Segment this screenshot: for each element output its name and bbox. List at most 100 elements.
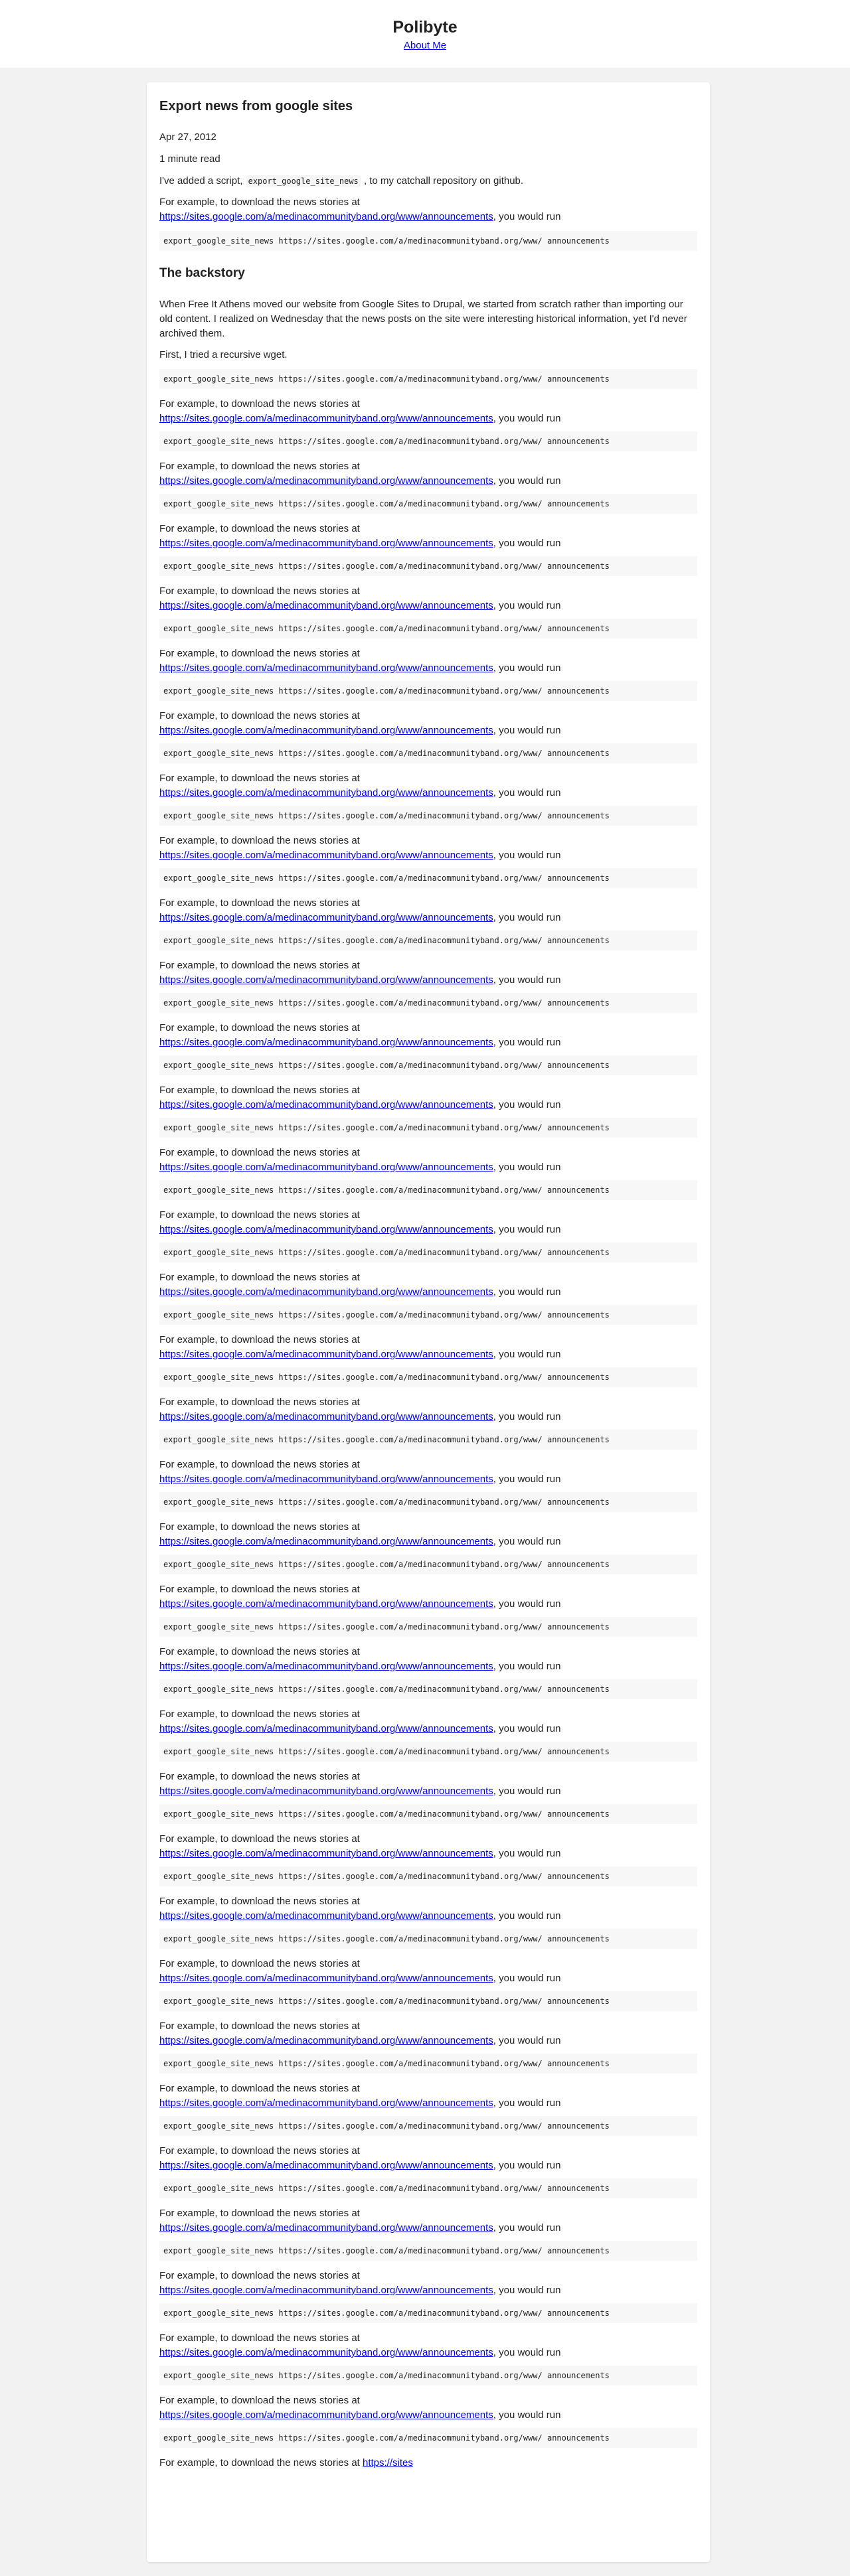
example-prefix: For example, to download the news storie… [159, 773, 360, 784]
example-paragraph: For example, to download the news storie… [159, 1021, 697, 1050]
example-suffix: , you would run [493, 1536, 561, 1547]
example-paragraph: For example, to download the news storie… [159, 397, 697, 426]
example-link[interactable]: https://sites.google.com/a/medinacommuni… [159, 2035, 493, 2046]
example-link[interactable]: https://sites.google.com/a/medinacommuni… [159, 2285, 493, 2296]
example-prefix: For example, to download the news storie… [159, 2270, 360, 2281]
command-code-block: export_google_site_news https://sites.go… [159, 1617, 697, 1637]
command-code-block: export_google_site_news https://sites.go… [159, 1742, 697, 1762]
example-link[interactable]: https://sites.google.com/a/medinacommuni… [159, 1037, 493, 1048]
example-link[interactable]: https://sites.google.com/a/medinacommuni… [159, 662, 493, 674]
about-me-link[interactable]: About Me [404, 40, 446, 51]
post-read-time: 1 minute read [159, 153, 220, 165]
example-link[interactable]: https://sites.google.com/a/medinacommuni… [159, 1785, 493, 1797]
example-prefix: For example, to download the news storie… [159, 1147, 360, 1158]
example-prefix: For example, to download the news storie… [159, 648, 360, 659]
example-link[interactable]: https://sites.google.com/a/medinacommuni… [159, 1973, 493, 1984]
example-prefix: For example, to download the news storie… [159, 1833, 360, 1845]
example-link[interactable]: https://sites.google.com/a/medinacommuni… [159, 538, 493, 549]
example-link[interactable]: https://sites.google.com/a/medinacommuni… [159, 600, 493, 611]
example-paragraph: For example, to download the news storie… [159, 1707, 697, 1736]
example-suffix: , you would run [493, 1162, 561, 1173]
example-suffix: , you would run [493, 912, 561, 923]
example-link[interactable]: https://sites.google.com/a/medinacommuni… [159, 1910, 493, 1922]
example-link[interactable]: https://sites.google.com/a/medinacommuni… [159, 211, 493, 222]
example-suffix: , you would run [493, 1973, 561, 1984]
example-suffix: , you would run [493, 1224, 561, 1235]
example-paragraph: For example, to download the news storie… [159, 1395, 697, 1424]
example-prefix: For example, to download the news storie… [159, 1085, 360, 1096]
example-paragraph: For example, to download the news storie… [159, 1146, 697, 1175]
command-code-block: export_google_site_news https://sites.go… [159, 1929, 697, 1949]
example-link[interactable]: https://sites.google.com/a/medinacommuni… [159, 1661, 493, 1672]
example-link[interactable]: https://sites.google.com/a/medinacommuni… [159, 1723, 493, 1734]
example-prefix: For example, to download the news storie… [159, 2083, 360, 2094]
intro-text-after: , to my catchall repository on github. [363, 175, 524, 187]
example-paragraph: For example, to download the news storie… [159, 896, 697, 925]
example-paragraph: For example, to download the news storie… [159, 2393, 697, 2423]
example-link[interactable]: https://sites.google.com/a/medinacommuni… [159, 1474, 493, 1485]
example-paragraph: For example, to download the news storie… [159, 459, 697, 489]
example-link[interactable]: https://sites.google.com/a/medinacommuni… [159, 1536, 493, 1547]
example-prefix: For example, to download the news storie… [159, 1397, 360, 1408]
example-link[interactable]: https://sites.google.com/a/medinacommuni… [159, 2347, 493, 2358]
example-link[interactable]: https://sites.google.com/a/medinacommuni… [159, 2097, 493, 2109]
example-link[interactable]: https://sites.google.com/a/medinacommuni… [159, 1224, 493, 1235]
example-paragraph: For example, to download the news storie… [159, 1083, 697, 1112]
example-suffix: , you would run [493, 725, 561, 736]
example-suffix: , you would run [493, 787, 561, 798]
example-paragraph: For example, to download the news storie… [159, 1957, 697, 1986]
example-suffix: , you would run [493, 413, 561, 424]
command-code-block: export_google_site_news https://sites.go… [159, 1055, 697, 1075]
command-code-block: export_google_site_news https://sites.go… [159, 743, 697, 763]
example-link[interactable]: https://sites.google.com/a/medinacommuni… [159, 1848, 493, 1859]
example-link[interactable]: https://sites.google.com/a/medinacommuni… [159, 974, 493, 986]
example-link[interactable]: https://sites.google.com/a/medinacommuni… [159, 850, 493, 861]
example-prefix: For example, to download the news storie… [159, 1459, 360, 1470]
example-link[interactable]: https://sites.google.com/a/medinacommuni… [159, 725, 493, 736]
command-code-block: export_google_site_news https://sites.go… [159, 619, 697, 639]
example-link[interactable]: https://sites.google.com/a/medinacommuni… [159, 2160, 493, 2171]
repeated-examples: For example, to download the news storie… [159, 397, 697, 2448]
example-suffix: , you would run [493, 662, 561, 674]
example-suffix: , you would run [493, 1411, 561, 1422]
example-prefix: For example, to download the news storie… [159, 398, 360, 410]
command-code-block: export_google_site_news https://sites.go… [159, 1305, 697, 1325]
example-suffix: , you would run [493, 850, 561, 861]
command-code-block: export_google_site_news https://sites.go… [159, 2116, 697, 2136]
example-link[interactable]: https://sites.google.com/a/medinacommuni… [159, 1349, 493, 1360]
example-paragraph: For example, to download the news storie… [159, 1645, 697, 1674]
example-suffix: , you would run [493, 1598, 561, 1610]
command-code-block: export_google_site_news https://sites.go… [159, 2366, 697, 2386]
example-link[interactable]: https://sites.google.com/a/medinacommuni… [159, 1099, 493, 1110]
command-code-block: export_google_site_news https://sites.go… [159, 1679, 697, 1699]
example-link[interactable]: https://sites.google.com/a/medinacommuni… [159, 1162, 493, 1173]
example-paragraph: For example, to download the news storie… [159, 1582, 697, 1612]
example-link[interactable]: https://sites.google.com/a/medinacommuni… [159, 912, 493, 923]
command-code-block: export_google_site_news https://sites.go… [159, 369, 697, 389]
example-suffix: , you would run [493, 475, 561, 487]
example-paragraph: For example, to download the news storie… [159, 958, 697, 988]
example-link[interactable]: https://sites.google.com/a/medinacommuni… [159, 787, 493, 798]
example-link[interactable]: https://sites.google.com/a/medinacommuni… [159, 2222, 493, 2234]
example-link[interactable]: https://sites.google.com/a/medinacommuni… [159, 1411, 493, 1422]
example-suffix: , you would run [493, 1474, 561, 1485]
example-prefix: For example, to download the news storie… [159, 2020, 360, 2032]
command-code-block: export_google_site_news https://sites.go… [159, 2178, 697, 2198]
example-link[interactable]: https://sites.google.com/a/medinacommuni… [159, 1286, 493, 1298]
example-suffix: , you would run [493, 2222, 561, 2234]
example-prefix: For example, to download the news storie… [159, 1584, 360, 1595]
command-code-block: export_google_site_news https://sites.go… [159, 2054, 697, 2074]
example-link[interactable]: https://sites.google.com/a/medinacommuni… [159, 1598, 493, 1610]
example-paragraph: For example, to download the news storie… [159, 646, 697, 676]
backstory-paragraph: When Free It Athens moved our website fr… [159, 299, 687, 339]
example-prefix: For example, to download the news storie… [159, 897, 360, 909]
example-link[interactable]: https://sites.google.com/a/medinacommuni… [159, 2409, 493, 2421]
example-link[interactable]: https://sites.google.com/a/medinacommuni… [159, 475, 493, 487]
example-prefix: For example, to download the news storie… [159, 960, 360, 971]
final-link[interactable]: https://sites [363, 2457, 413, 2468]
intro-inline-code: export_google_site_news [245, 175, 361, 187]
example-link[interactable]: https://sites.google.com/a/medinacommuni… [159, 413, 493, 424]
example-suffix: , you would run [493, 1099, 561, 1110]
example-prefix: For example, to download the news storie… [159, 835, 360, 846]
site-title: Polibyte [392, 18, 458, 37]
